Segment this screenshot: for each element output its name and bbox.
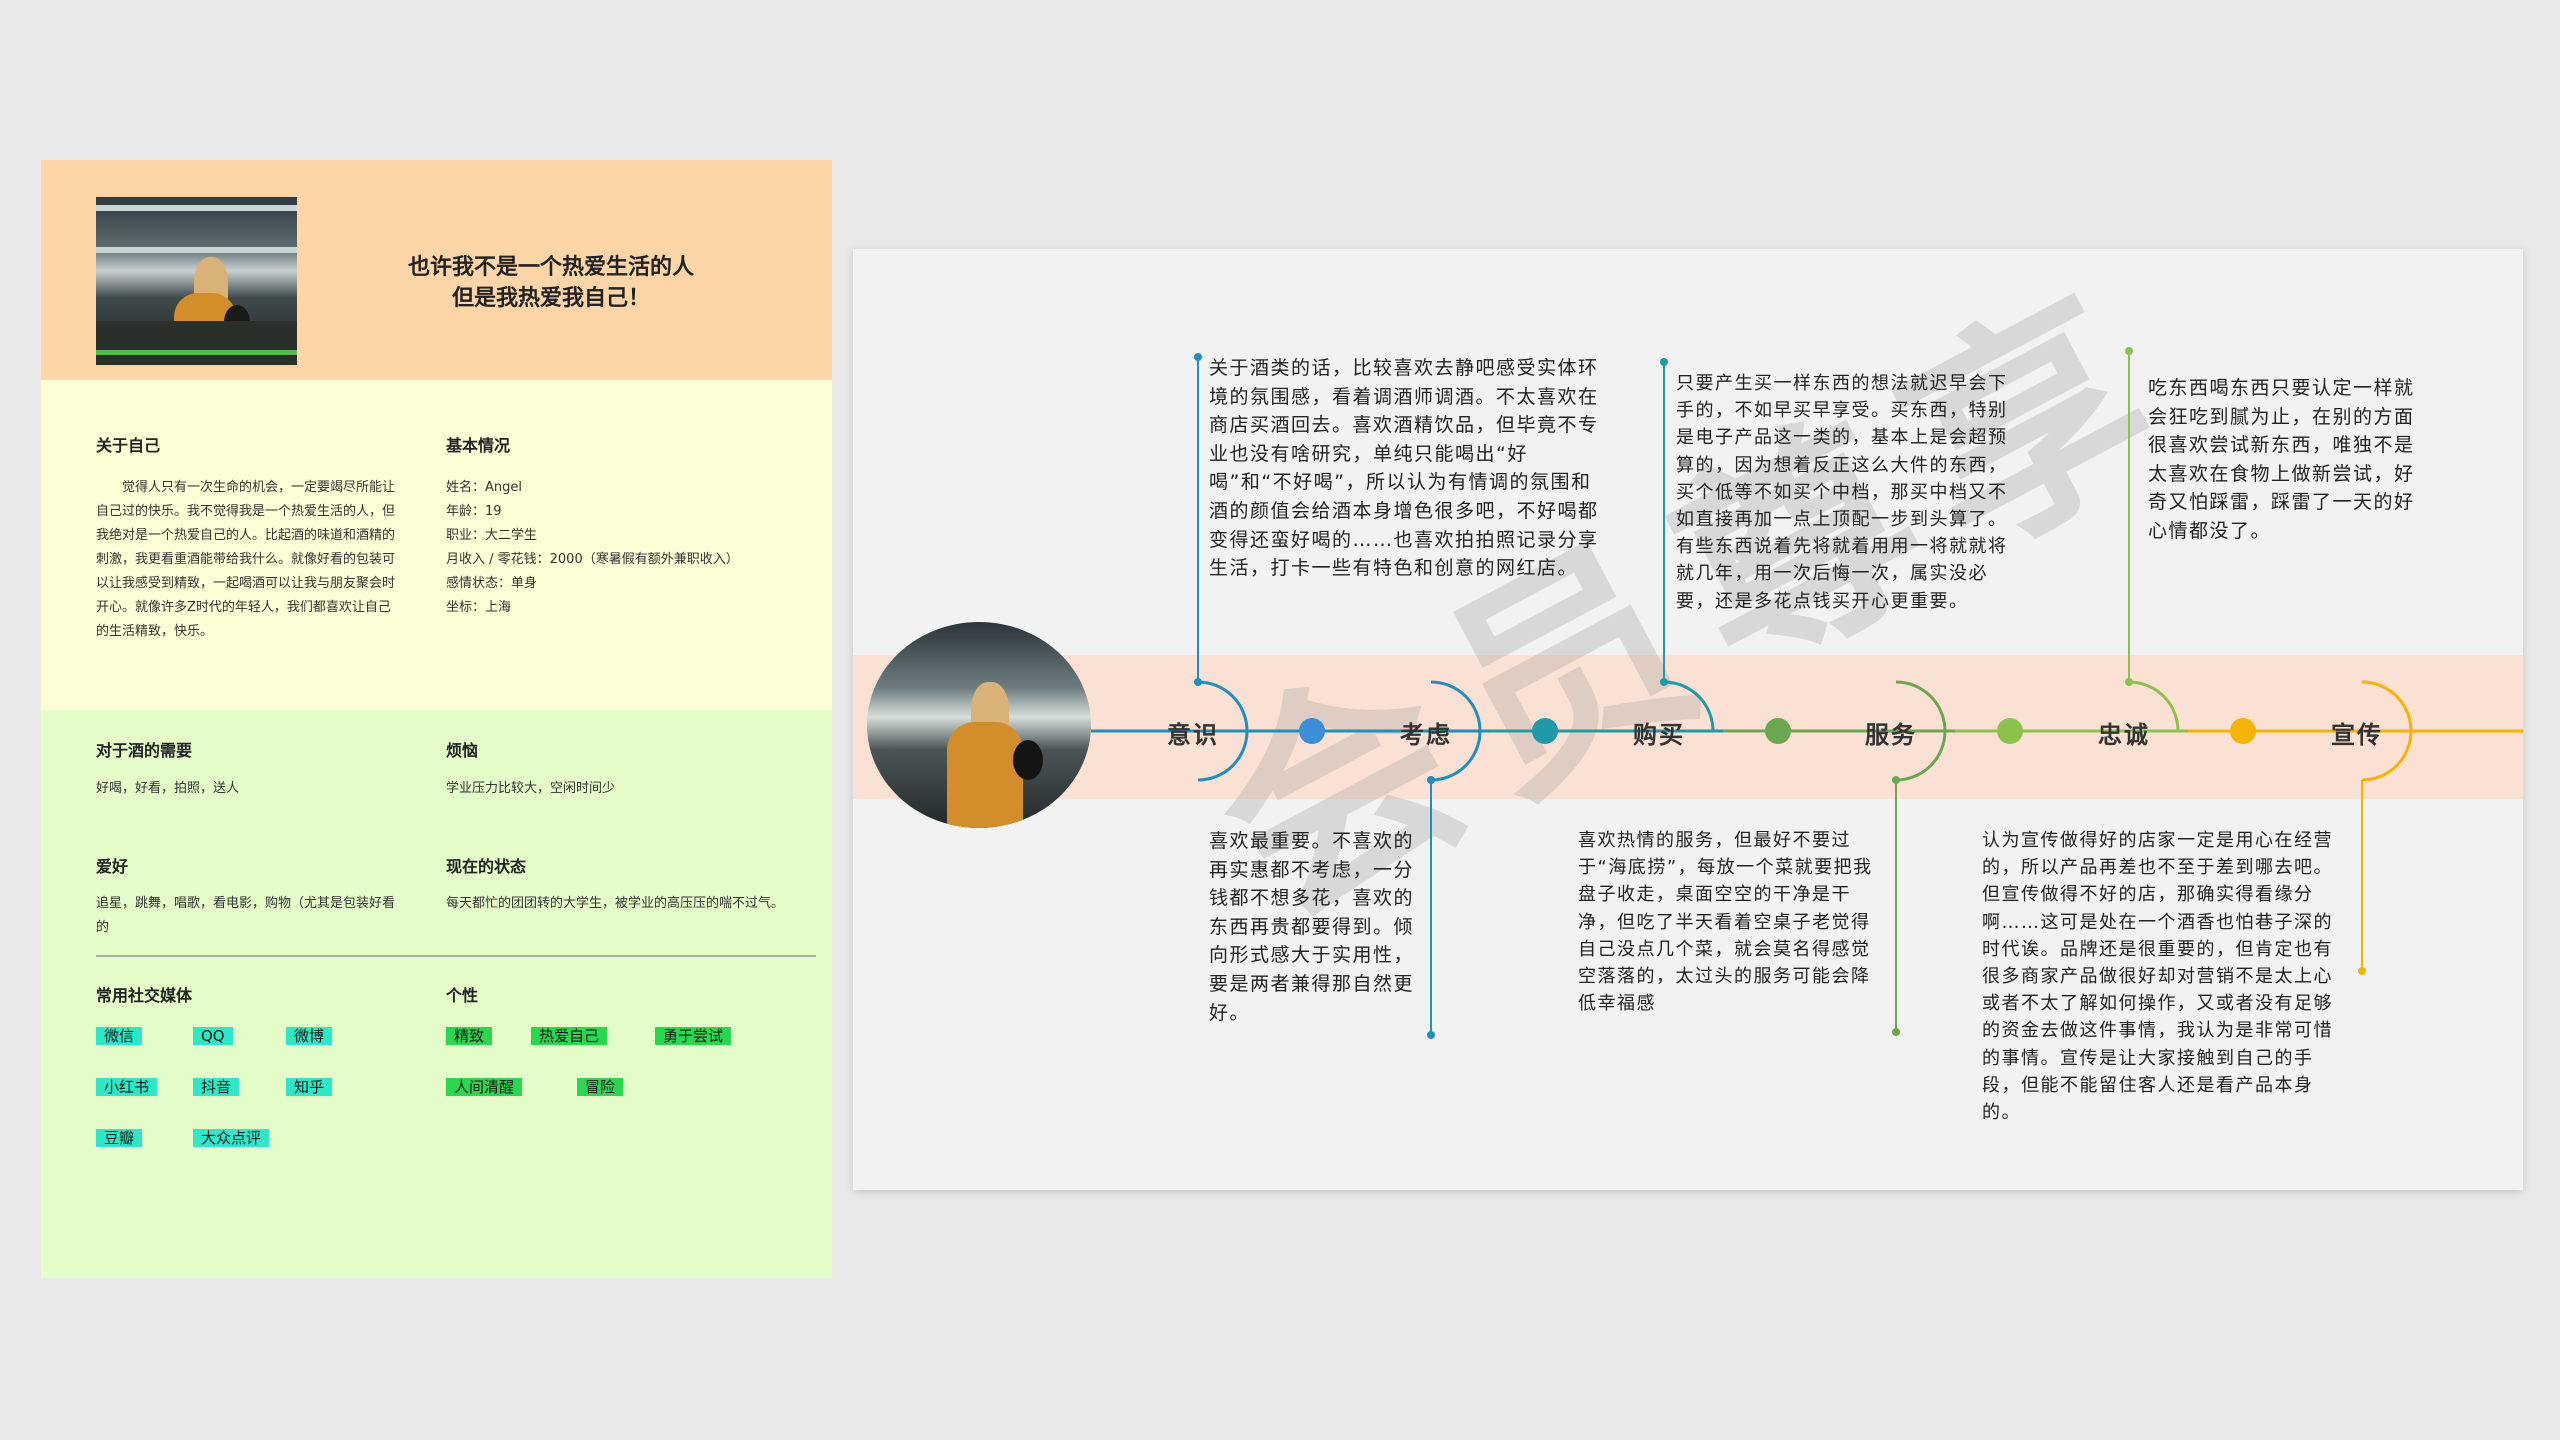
basic-info-list: 姓名：Angel 年龄：19 职业：大二学生 月收入 / 零花钱：2000（寒暑… bbox=[446, 476, 806, 620]
stage-loyalty-label: 忠诚 bbox=[2098, 721, 2150, 749]
purchase-text: 只要产生买一样东西的想法就迟早会下手的，不如早买早享受。买东西，特别是电子产品这… bbox=[1676, 373, 2008, 612]
journey-map: 会员尊享 意识 考虑 购买 服务 忠诚 宣传 关于酒类的话，比较喜欢去静吧感受实… bbox=[853, 249, 2523, 1190]
media-tag: 微博 bbox=[286, 1027, 333, 1045]
stage-consideration-label: 考虑 bbox=[1400, 721, 1452, 749]
timeline-dot bbox=[1765, 718, 1791, 744]
worries-title: 烦恼 bbox=[446, 741, 479, 760]
media-tag: 豆瓣 bbox=[96, 1129, 143, 1147]
basic-title: 基本情况 bbox=[446, 436, 511, 455]
info-relationship: 感情状态：单身 bbox=[446, 576, 538, 591]
timeline-dot bbox=[1532, 718, 1558, 744]
about-text: 觉得人只有一次生命的机会，一定要竭尽所能让自己过的快乐。我不觉得我是一个热爱生活… bbox=[96, 480, 396, 639]
leader-end-dot bbox=[1427, 1031, 1435, 1039]
status-text: 每天都忙的团团转的大学生，被学业的高压压的喘不过气。 bbox=[446, 896, 785, 911]
info-age: 年龄：19 bbox=[446, 504, 502, 519]
loyalty-text: 吃东西喝东西只要认定一样就会狂吃到腻为止，在别的方面很喜欢尝试新东西，唯独不是太… bbox=[2148, 377, 2415, 542]
leader-end-dot bbox=[1892, 1028, 1900, 1036]
info-income: 月收入 / 零花钱：2000（寒暑假有额外兼职收入） bbox=[446, 552, 739, 567]
consideration-text: 喜欢最重要。不喜欢的再实惠都不考虑，一分钱都不想多花，喜欢的东西再贵都要得到。倾… bbox=[1209, 830, 1415, 1024]
media-tag: QQ bbox=[193, 1027, 233, 1045]
leader-end-dot bbox=[1892, 776, 1900, 784]
media-tag: 微信 bbox=[96, 1027, 143, 1045]
about-title: 关于自己 bbox=[96, 436, 161, 455]
persona-divider bbox=[96, 955, 816, 957]
service-text: 喜欢热情的服务，但最好不要过于“海底捞”，每放一个菜就要把我盘子收走，桌面空空的… bbox=[1578, 830, 1873, 1015]
traits-title: 个性 bbox=[446, 986, 479, 1005]
stage-awareness-label: 意识 bbox=[1167, 721, 1219, 749]
stage-advocacy-label: 宣传 bbox=[2331, 721, 2383, 749]
info-job: 职业：大二学生 bbox=[446, 528, 538, 543]
headline-line-1: 也许我不是一个热爱生活的人 bbox=[407, 255, 694, 280]
leader-end-dot bbox=[1194, 353, 1202, 361]
trait-tag: 冒险 bbox=[577, 1078, 624, 1096]
trait-tag: 精致 bbox=[446, 1027, 493, 1045]
advocacy-text: 认为宣传做得好的店家一定是用心在经营的，所以产品再差也不至于差到哪去吧。但宣传做… bbox=[1982, 830, 2333, 1124]
timeline-dot bbox=[1299, 718, 1325, 744]
hobbies-text: 追星，跳舞，唱歌，看电影，购物（尤其是包装好看的 bbox=[96, 896, 396, 935]
info-location: 坐标：上海 bbox=[446, 600, 512, 615]
hobbies-title: 爱好 bbox=[96, 857, 129, 876]
headline-line-2: 但是我热爱我自己！ bbox=[451, 286, 650, 311]
worries-text: 学业压力比较大，空闲时间少 bbox=[446, 781, 616, 796]
needs-text: 好喝，好看，拍照，送人 bbox=[96, 781, 240, 796]
persona-header: 也许我不是一个热爱生活的人 但是我热爱我自己！ bbox=[41, 160, 832, 380]
leader-end-dot bbox=[1194, 678, 1202, 686]
stage-purchase-label: 购买 bbox=[1633, 721, 1685, 749]
trait-tag: 热爱自己 bbox=[531, 1027, 608, 1045]
stage-service-label: 服务 bbox=[1865, 721, 1917, 749]
awareness-text: 关于酒类的话，比较喜欢去静吧感受实体环境的氛围感，看着调酒师调酒。不太喜欢在商店… bbox=[1209, 357, 1599, 580]
media-tag: 知乎 bbox=[286, 1078, 333, 1096]
persona-avatar bbox=[867, 622, 1091, 828]
media-title: 常用社交媒体 bbox=[96, 986, 193, 1005]
info-name: 姓名：Angel bbox=[446, 480, 522, 495]
timeline-dot bbox=[2230, 718, 2256, 744]
trait-tag: 勇于尝试 bbox=[655, 1027, 732, 1045]
leader-end-dot bbox=[2358, 967, 2366, 975]
leader-end-dot bbox=[1660, 358, 1668, 366]
media-tag: 抖音 bbox=[193, 1078, 240, 1096]
leader-end-dot bbox=[2125, 678, 2133, 686]
timeline-dot bbox=[1997, 718, 2023, 744]
persona-photo bbox=[96, 197, 297, 365]
persona-headline: 也许我不是一个热爱生活的人 但是我热爱我自己！ bbox=[341, 252, 761, 314]
media-tag: 小红书 bbox=[96, 1078, 158, 1096]
media-tag: 大众点评 bbox=[193, 1129, 270, 1147]
trait-tag: 人间清醒 bbox=[446, 1078, 523, 1096]
needs-title: 对于酒的需要 bbox=[96, 741, 193, 760]
leader-end-dot bbox=[1427, 776, 1435, 784]
leader-end-dot bbox=[2125, 347, 2133, 355]
status-title: 现在的状态 bbox=[446, 857, 527, 876]
persona-card: 也许我不是一个热爱生活的人 但是我热爱我自己！ 关于自己 觉得人只有一次生命的机… bbox=[41, 160, 832, 1278]
leader-end-dot bbox=[1660, 678, 1668, 686]
